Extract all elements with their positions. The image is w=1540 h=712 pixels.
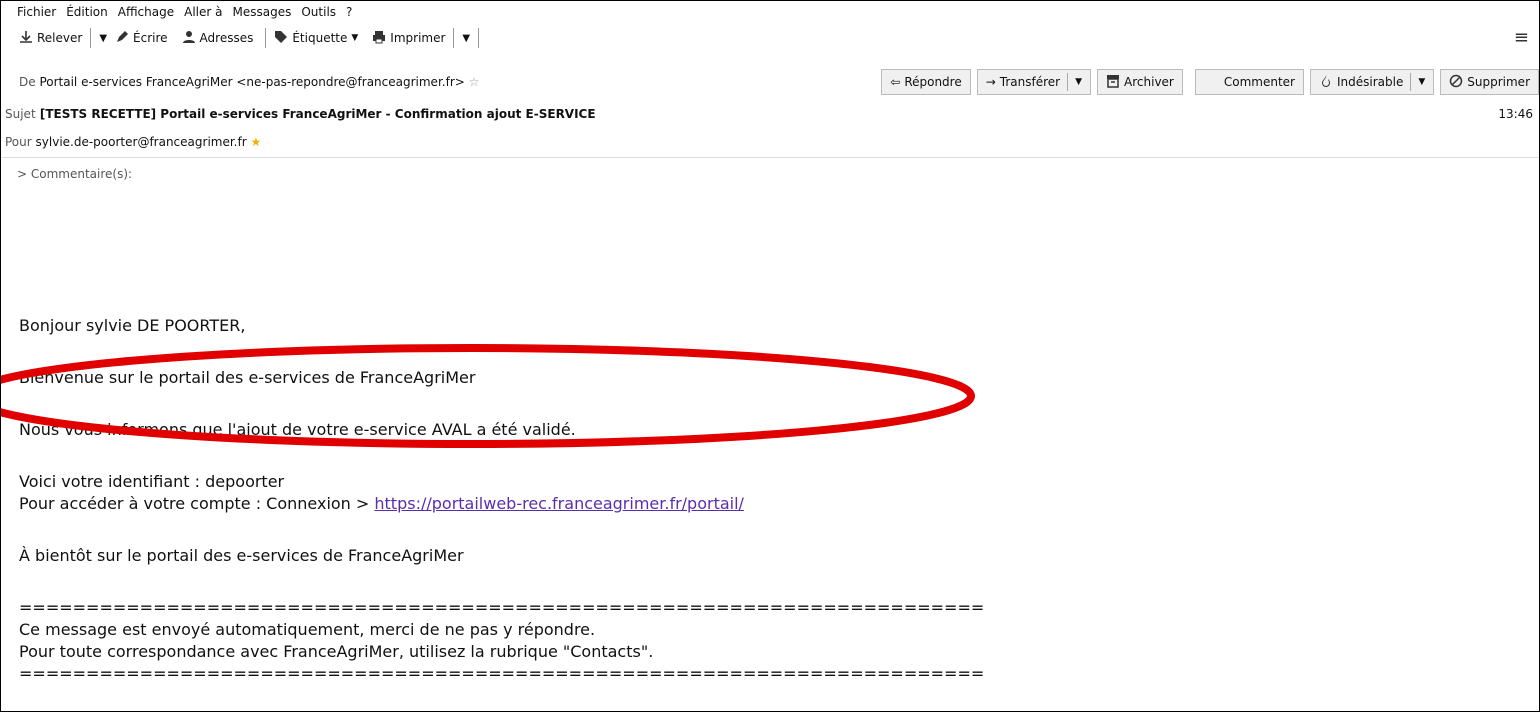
auto-line: Ce message est envoyé automatiquement, m… (19, 620, 596, 639)
message-time: 13:46 (1498, 107, 1533, 121)
to-value[interactable]: sylvie.de-poorter@franceagrimer.fr (36, 135, 247, 149)
repondre-button[interactable]: ⇦ Répondre (881, 69, 971, 95)
header-divider (1, 157, 1539, 158)
comments-label: Commentaire(s): (30, 167, 133, 181)
comments-section[interactable]: > Commentaire(s): (17, 167, 132, 181)
repondre-label: Répondre (904, 75, 962, 89)
archiver-button[interactable]: Archiver (1097, 69, 1183, 95)
menu-outils[interactable]: Outils (301, 5, 336, 19)
toolbar-divider (90, 28, 92, 48)
toolbar-divider (453, 28, 455, 48)
indesirable-label: Indésirable (1336, 75, 1404, 89)
supprimer-label: Supprimer (1467, 75, 1530, 89)
portal-link[interactable]: https://portailweb-rec.franceagrimer.fr/… (374, 494, 744, 513)
identifiant-line: Voici votre identifiant : depoorter (19, 472, 285, 491)
relever-label: Relever (37, 31, 83, 45)
imprimer-dropdown[interactable]: ▼ (458, 33, 474, 44)
ecrire-button[interactable]: Écrire (111, 25, 172, 51)
transferer-button[interactable]: → Transférer ▼ (976, 69, 1092, 95)
to-label: Pour (5, 135, 32, 149)
button-divider (1067, 73, 1069, 91)
message-body: Bonjour sylvie DE POORTER, Bienvenue sur… (19, 225, 984, 685)
delete-icon (1449, 74, 1463, 91)
contact-icon (182, 30, 196, 47)
etiquette-button[interactable]: Étiquette ▼ (270, 25, 362, 51)
contact-line: Pour toute correspondance avec FranceAgr… (19, 642, 654, 661)
star-icon[interactable]: ☆ (469, 75, 480, 89)
printer-icon (372, 30, 386, 47)
message-actions: ⇦ Répondre → Transférer ▼ Archiver Comme… (881, 69, 1539, 95)
toolbar: Relever ▼ Écrire Adresses Étiquette ▼ Im… (1, 23, 1539, 53)
chevron-down-icon[interactable]: ▼ (1418, 77, 1425, 87)
access-line: Pour accéder à votre compte : Connexion … (19, 493, 984, 515)
relever-button[interactable]: Relever (15, 25, 86, 51)
adresses-button[interactable]: Adresses (178, 25, 258, 51)
pencil-icon (115, 30, 129, 47)
supprimer-button[interactable]: Supprimer (1440, 69, 1539, 95)
forward-icon: → (985, 75, 996, 89)
mail-window: Fichier Édition Affichage Aller à Messag… (0, 0, 1540, 712)
imprimer-label: Imprimer (390, 31, 446, 45)
adresses-label: Adresses (199, 31, 254, 45)
flame-icon (1319, 74, 1333, 91)
to-field: Pour sylvie.de-poorter@franceagrimer.fr … (5, 135, 1539, 149)
star-icon[interactable]: ★ (250, 135, 261, 149)
chevron-right-icon: > (17, 167, 31, 181)
menu-edition[interactable]: Édition (66, 5, 108, 19)
archive-icon (1106, 74, 1120, 91)
commenter-label: Commenter (1223, 75, 1295, 89)
menu-bar: Fichier Édition Affichage Aller à Messag… (1, 1, 1539, 23)
toolbar-divider (265, 28, 267, 48)
separator-bottom: ========================================… (19, 664, 985, 683)
menu-affichage[interactable]: Affichage (118, 5, 174, 19)
menu-fichier[interactable]: Fichier (17, 5, 56, 19)
from-label: De (19, 75, 36, 89)
chevron-down-icon[interactable]: ▼ (1075, 77, 1082, 87)
subject-field: Sujet [TESTS RECETTE] Portail e-services… (5, 107, 1539, 121)
menu-aller-a[interactable]: Aller à (184, 5, 222, 19)
menu-help[interactable]: ? (346, 5, 352, 19)
indesirable-button[interactable]: Indésirable ▼ (1309, 69, 1435, 95)
menu-icon[interactable]: ≡ (1514, 27, 1529, 48)
button-divider (1410, 73, 1412, 91)
relever-dropdown[interactable]: ▼ (95, 33, 111, 44)
toolbar-divider (478, 28, 480, 48)
ecrire-label: Écrire (133, 31, 168, 45)
bientot-line: À bientôt sur le portail des e-services … (19, 546, 464, 565)
from-value[interactable]: Portail e-services FranceAgriMer <ne-pas… (39, 75, 464, 89)
subject-value: [TESTS RECETTE] Portail e-services Franc… (39, 107, 596, 121)
reply-icon: ⇦ (890, 75, 901, 89)
commenter-button[interactable]: Commenter (1194, 69, 1304, 95)
etiquette-label: Étiquette (292, 31, 348, 45)
download-icon (19, 30, 33, 47)
menu-messages[interactable]: Messages (233, 5, 292, 19)
imprimer-button[interactable]: Imprimer (368, 25, 449, 51)
greeting: Bonjour sylvie DE POORTER, (19, 316, 246, 335)
tag-icon (274, 30, 288, 47)
separator-top: ========================================… (19, 598, 985, 617)
subject-label: Sujet (5, 107, 36, 121)
transferer-label: Transférer (999, 75, 1061, 89)
chevron-down-icon: ▼ (351, 33, 359, 43)
archiver-label: Archiver (1124, 75, 1174, 89)
access-prefix: Pour accéder à votre compte : Connexion … (19, 494, 375, 513)
annotation-ellipse (1, 344, 975, 448)
